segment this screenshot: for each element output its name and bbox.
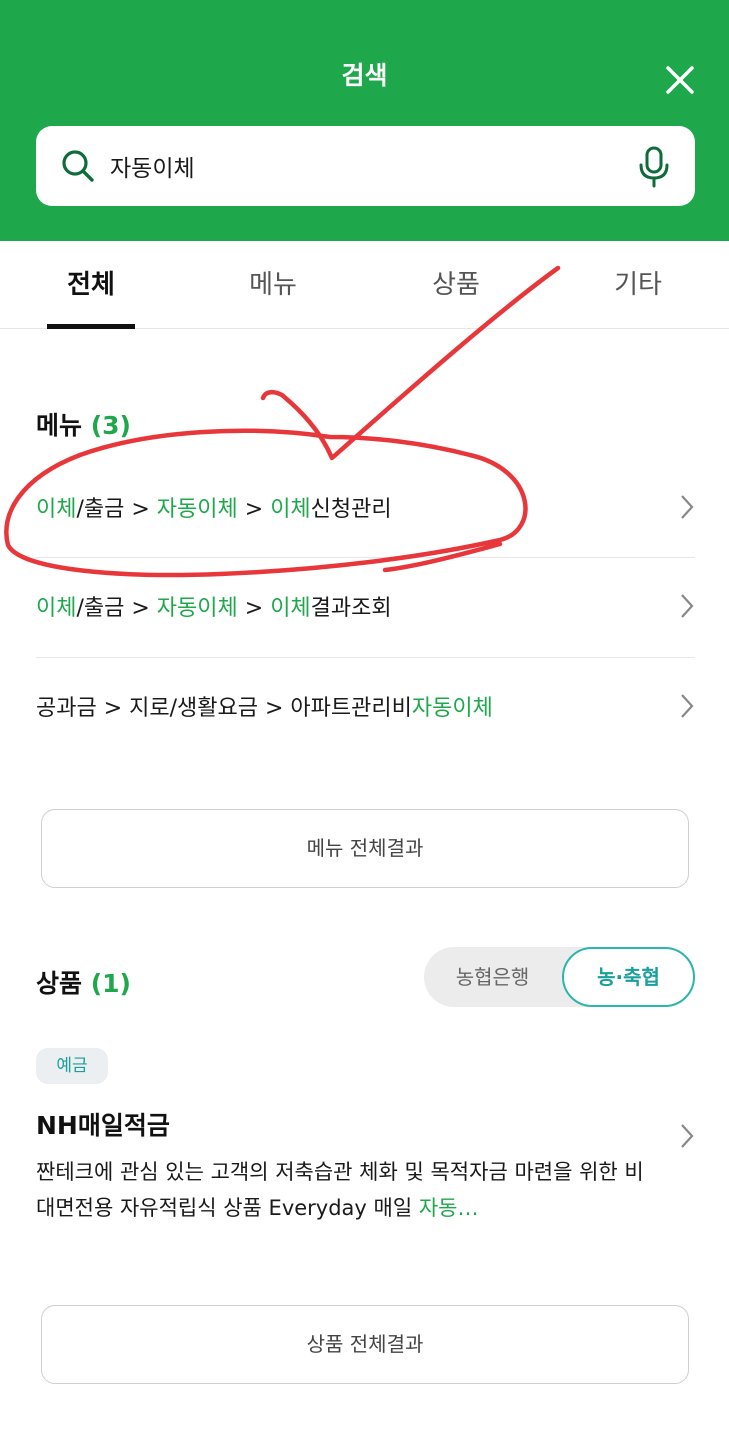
path-text: /출금 >: [76, 497, 157, 522]
tab-bar: 전체 메뉴 상품 기타: [0, 241, 729, 329]
menu-result-path: 이체/출금 > 자동이체 > 이체결과조회: [36, 590, 392, 622]
path-text: 결과조회: [310, 596, 392, 621]
search-box: [36, 126, 695, 206]
search-icon: [62, 150, 94, 182]
product-section-count: (1): [90, 969, 131, 998]
toggle-option-nh-bank[interactable]: 농협은행: [424, 947, 561, 1007]
product-all-results-button[interactable]: 상품 전체결과: [41, 1305, 689, 1384]
menu-section-title: 메뉴 (3): [36, 406, 131, 442]
product-description-highlight: 자동…: [418, 1196, 479, 1220]
path-text: >: [237, 596, 271, 621]
path-text: 공과금 > 지로/생활요금 > 아파트관리비: [36, 696, 412, 721]
product-description-text: 짠테크에 관심 있는 고객의 저축습관 체화 및 목적자금 마련을 위한 비대면…: [36, 1160, 644, 1220]
tab-product[interactable]: 상품: [412, 241, 500, 329]
search-term-highlight: 자동이체: [411, 696, 493, 721]
page-title: 검색: [341, 61, 388, 90]
menu-section-count: (3): [90, 411, 131, 440]
path-text: 신청관리: [310, 497, 392, 522]
product-section-title: 상품 (1): [36, 964, 131, 1000]
chevron-right-icon[interactable]: [679, 1122, 695, 1150]
chevron-right-icon: [681, 594, 694, 618]
path-text: >: [237, 497, 271, 522]
category-badge: 예금: [36, 1048, 108, 1084]
search-term-highlight: 자동이체: [156, 596, 238, 621]
tab-etc[interactable]: 기타: [594, 241, 682, 329]
menu-result-item[interactable]: 이체/출금 > 자동이체 > 이체신청관리: [36, 459, 695, 557]
tab-all[interactable]: 전체: [47, 241, 135, 329]
menu-result-path: 이체/출금 > 자동이체 > 이체신청관리: [36, 491, 392, 523]
close-icon: [666, 66, 694, 94]
product-section-label: 상품: [36, 969, 83, 998]
menu-all-results-button[interactable]: 메뉴 전체결과: [41, 809, 689, 888]
menu-section-label: 메뉴: [36, 411, 83, 440]
search-term-highlight: 이체: [36, 497, 77, 522]
chevron-right-icon: [681, 495, 694, 519]
tab-active-indicator: [47, 324, 135, 329]
menu-result-item[interactable]: 이체/출금 > 자동이체 > 이체결과조회: [36, 558, 695, 656]
product-description: 짠테크에 관심 있는 고객의 저축습관 체화 및 목적자금 마련을 위한 비대면…: [36, 1154, 646, 1226]
menu-result-item[interactable]: 공과금 > 지로/생활요금 > 아파트관리비자동이체: [36, 658, 695, 756]
search-term-highlight: 이체: [36, 596, 77, 621]
search-term-highlight: 자동이체: [156, 497, 238, 522]
search-input[interactable]: [110, 146, 610, 186]
bank-toggle: 농협은행 농·축협: [424, 947, 695, 1007]
menu-result-path: 공과금 > 지로/생활요금 > 아파트관리비자동이체: [36, 690, 493, 722]
tab-menu[interactable]: 메뉴: [229, 241, 317, 329]
toggle-option-nh-coop[interactable]: 농·축협: [562, 947, 695, 1007]
search-term-highlight: 이체: [270, 596, 311, 621]
microphone-icon[interactable]: [636, 146, 672, 188]
path-text: /출금 >: [76, 596, 157, 621]
search-term-highlight: 이체: [270, 497, 311, 522]
product-name[interactable]: NH매일적금: [36, 1106, 170, 1142]
header: 검색: [0, 0, 729, 241]
chevron-right-icon: [681, 694, 694, 718]
close-button[interactable]: [660, 60, 700, 100]
